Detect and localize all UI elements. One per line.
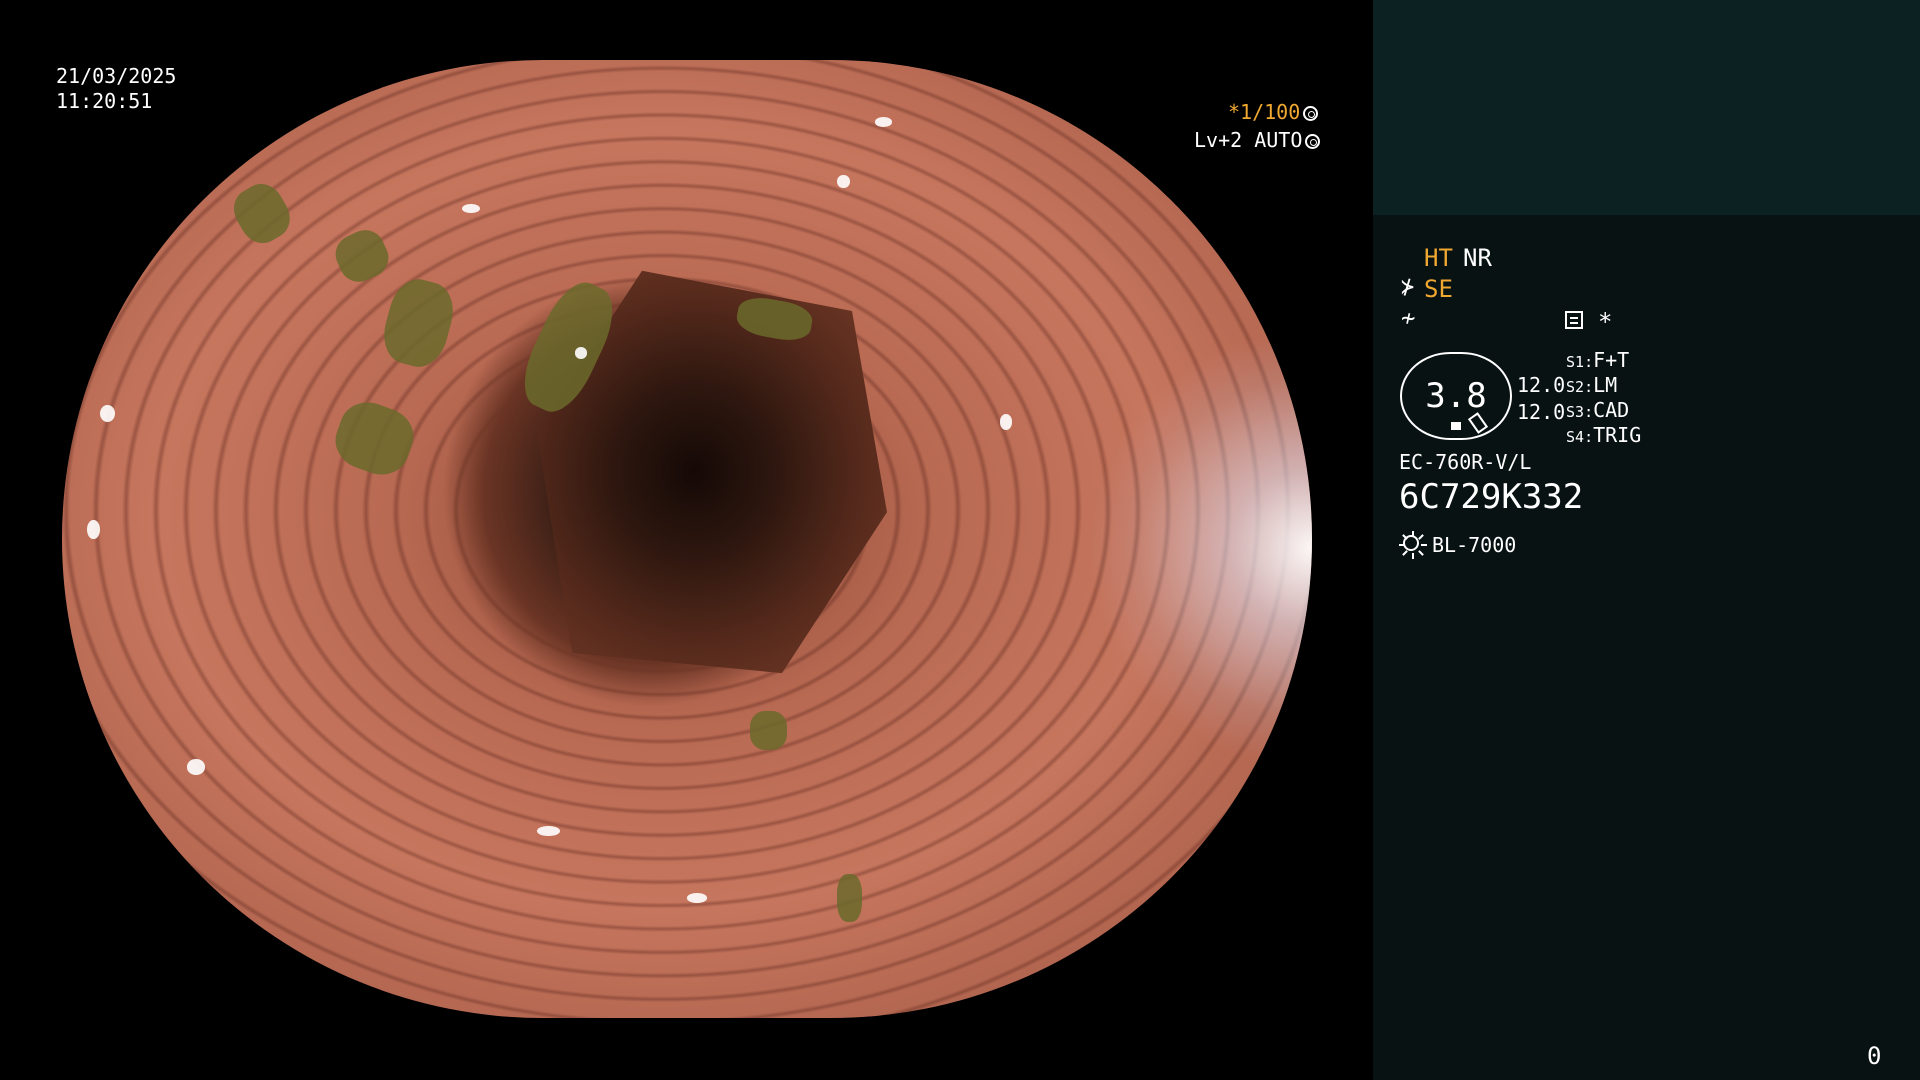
memo-icon: [1565, 311, 1583, 329]
patient-info-block: [1373, 0, 1920, 215]
switch-value: F+T: [1593, 348, 1630, 372]
scope-serial: 6C729K332: [1399, 477, 1584, 517]
endoscope-video-area: 21/03/2025 11:20:51 *1/100 Lv+2 AUTO: [0, 0, 1373, 1080]
time-stamp: 11:20:51: [56, 89, 153, 113]
zoom-top-value: 12.0: [1517, 373, 1566, 397]
brightness-level: Lv+2 AUTO: [1194, 128, 1303, 152]
debris: [376, 273, 460, 374]
switch-row-s2: S2:LM: [1566, 373, 1618, 397]
shutter-indicator: *1/100: [1228, 100, 1319, 124]
endoscope-image: [62, 60, 1312, 1018]
brightness-level-indicator: Lv+2 AUTO: [1194, 128, 1321, 152]
glint: [999, 414, 1012, 430]
debris: [327, 394, 422, 483]
glint: [687, 893, 707, 904]
glint: [87, 519, 100, 539]
scope-model: EC-760R-V/L: [1399, 450, 1532, 474]
light-glare: [1087, 328, 1312, 769]
switch-row-s3: S3:CAD: [1566, 398, 1630, 422]
zoom-value: 3.8: [1425, 376, 1487, 416]
ht-label: HT: [1424, 244, 1453, 272]
switch-value: LM: [1593, 373, 1618, 397]
light-source-model: BL-7000: [1432, 533, 1517, 557]
glint: [874, 117, 892, 128]
zoom-bottom-value: 12.0: [1517, 400, 1566, 424]
glint: [462, 203, 480, 214]
zoom-square-mark: [1451, 422, 1461, 430]
debris: [837, 874, 862, 923]
debris: [749, 711, 787, 750]
debris: [329, 224, 395, 289]
glint: [574, 347, 587, 359]
switch-value: TRIG: [1593, 423, 1642, 447]
glint: [187, 759, 205, 775]
info-panel: HT NR ⊁ SE ≁ * 3.8 12.0 12.0 S1:F+T S2:L…: [1373, 0, 1920, 1080]
structure-enhance-icon: ⊁: [1401, 275, 1415, 300]
glint: [537, 826, 560, 836]
shutter-speed: *1/100: [1228, 100, 1301, 124]
auto-iris-icon: [1305, 134, 1321, 149]
switch-key: S1: [1566, 353, 1585, 371]
asterisk-indicator: *: [1598, 308, 1613, 336]
switch-row-s4: S4:TRIG: [1566, 423, 1642, 447]
debris: [225, 175, 299, 251]
nr-label: NR: [1463, 244, 1492, 272]
switch-key: S2: [1566, 378, 1585, 396]
switch-value: CAD: [1593, 398, 1630, 422]
image-counter: 0: [1867, 1042, 1882, 1070]
glint: [837, 174, 850, 189]
zoom-badge: 3.8: [1400, 352, 1512, 440]
light-source-icon: [1397, 527, 1427, 559]
switch-row-s1: S1:F+T: [1566, 348, 1630, 372]
shutter-wheel-icon: [1303, 106, 1319, 121]
flash-icon: ≁: [1401, 304, 1416, 332]
se-label: SE: [1424, 275, 1453, 303]
switch-key: S4: [1566, 428, 1585, 446]
date-stamp: 21/03/2025: [56, 64, 177, 88]
switch-key: S3: [1566, 403, 1585, 421]
glint: [99, 404, 115, 423]
